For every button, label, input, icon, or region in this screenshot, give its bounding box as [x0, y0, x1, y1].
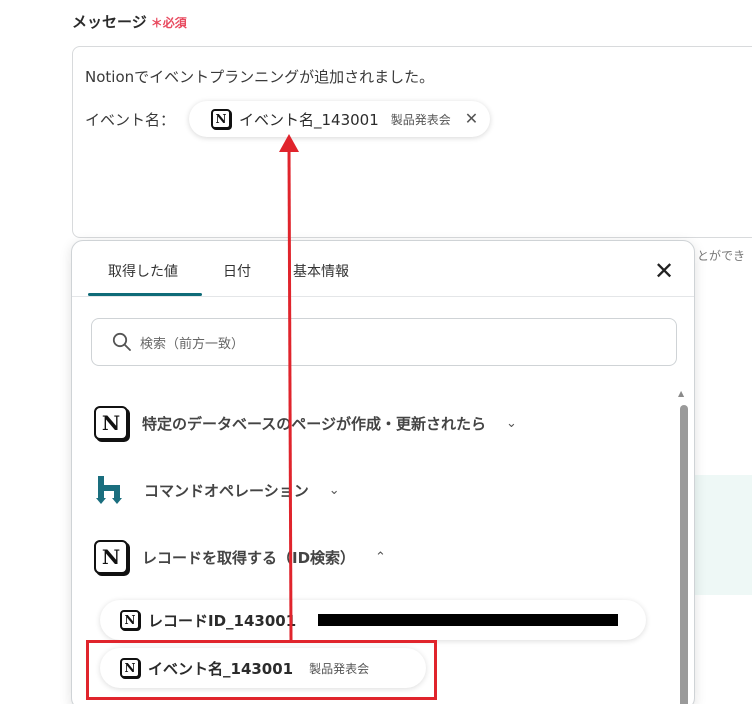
chevron-down-icon: ⌄: [328, 482, 340, 498]
tab-date[interactable]: 日付: [223, 261, 251, 281]
field-label-text: メッセージ: [72, 13, 147, 31]
annotation-highlight-box: [86, 640, 437, 700]
section-command-operation[interactable]: コマンドオペレーション ⌄: [94, 470, 340, 510]
search-icon: [112, 332, 131, 351]
notion-icon: N: [94, 540, 128, 574]
scrollbar[interactable]: [680, 405, 688, 704]
search-placeholder: 検索（前方一致）: [140, 336, 245, 352]
required-indicator: ＊必須: [150, 16, 187, 30]
chip-value: イベント名_143001: [239, 110, 379, 129]
chip-remove-icon[interactable]: ✕: [465, 111, 478, 127]
item-label: レコードID_143001: [148, 611, 297, 630]
command-operation-icon: [96, 476, 122, 504]
tab-basic-info[interactable]: 基本情報: [293, 261, 349, 281]
message-line-1: Notionでイベントプランニングが追加されました。: [85, 68, 435, 86]
chip-sub-value: 製品発表会: [390, 112, 451, 127]
variable-chip-event-name[interactable]: N イベント名_143001 製品発表会 ✕: [189, 101, 491, 137]
section-label: コマンドオペレーション: [144, 481, 309, 500]
notion-icon: N: [94, 406, 128, 440]
tab-bar: 取得した値 日付 基本情報 ✕: [72, 241, 694, 297]
background-panel: [694, 475, 752, 595]
active-tab-indicator: [88, 293, 202, 296]
section-get-record[interactable]: N レコードを取得する（ID検索） ⌃: [94, 537, 386, 577]
chevron-down-icon: ⌄: [505, 415, 517, 431]
tab-acquired-values[interactable]: 取得した値: [108, 261, 178, 281]
chevron-up-icon: ⌃: [375, 549, 386, 565]
message-editor[interactable]: Notionでイベントプランニングが追加されました。 イベント名： N イベント…: [72, 46, 752, 238]
list-item-record-id[interactable]: N レコードID_143001: [100, 600, 646, 640]
section-label: レコードを取得する（ID検索）: [142, 548, 356, 567]
notion-icon: N: [120, 610, 140, 630]
section-notion-trigger[interactable]: N 特定のデータベースのページが作成・更新されたら ⌄: [94, 403, 517, 443]
hint-text: とができ: [697, 249, 746, 263]
redacted-value: [318, 614, 619, 626]
search-input[interactable]: 検索（前方一致）: [91, 318, 677, 366]
section-label: 特定のデータベースのページが作成・更新されたら: [142, 414, 486, 433]
value-picker-popup: 取得した値 日付 基本情報 ✕ 検索（前方一致） ▲ N 特定のデータベースのペ…: [71, 240, 695, 704]
close-icon[interactable]: ✕: [654, 259, 674, 283]
notion-icon: N: [211, 109, 231, 129]
field-label-message: メッセージ ＊必須: [72, 11, 187, 32]
message-line-2-label: イベント名：: [85, 111, 176, 129]
scroll-up-icon[interactable]: ▲: [678, 389, 684, 398]
